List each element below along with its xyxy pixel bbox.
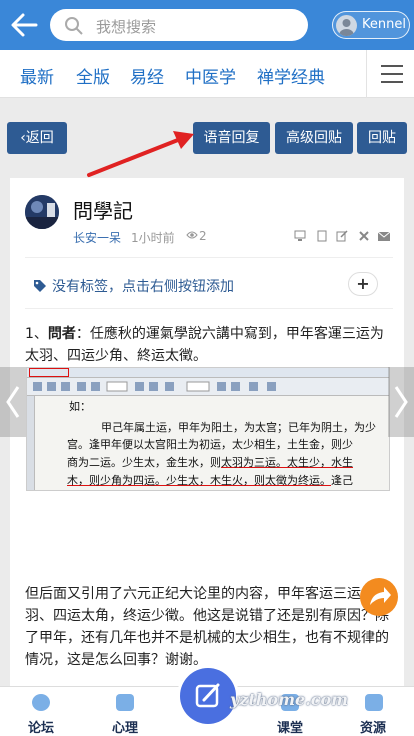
back-arrow-icon[interactable] (8, 10, 42, 40)
tab-zen-classics[interactable]: 禅学经典 (257, 63, 325, 88)
tab-forum[interactable]: 论坛 (28, 717, 54, 736)
resources-icon (365, 694, 383, 711)
category-nav: 最新 全版 易经 中医学 禅学经典 (0, 50, 414, 98)
doc-line: 宫。逢甲年便以太宫阳土为初运，太少相生，土生金，则少 (67, 438, 353, 451)
close-icon[interactable] (358, 230, 370, 242)
annotation-arrow (87, 131, 194, 177)
doc-text: 逢己 (331, 474, 353, 487)
tab-yijing[interactable]: 易经 (130, 63, 164, 88)
voice-reply-button[interactable]: 语音回复 (193, 122, 270, 154)
search-icon (64, 16, 84, 40)
tab-psychology[interactable]: 心理 (112, 717, 138, 736)
advanced-reply-button[interactable]: 高级回贴 (275, 122, 353, 154)
watermark: yzthome.com (230, 690, 349, 709)
back-button[interactable]: ‹返回 (7, 122, 67, 154)
question-label: 問者 (47, 326, 76, 342)
doc-underlined-text: 太羽为三运。太生少，水生 (221, 456, 353, 469)
embedded-screenshot[interactable]: 如： 甲己年属土运，甲年为阳土，为太宫；已年为阴土，为少 宫。逢甲年便以太宫阳土… (26, 367, 390, 491)
search-placeholder: 我想搜索 (96, 18, 157, 36)
tab-tcm[interactable]: 中医学 (185, 63, 236, 88)
search-input[interactable]: 我想搜索 (50, 9, 308, 41)
tag-icon (33, 278, 47, 297)
doc-underlined-text: 木，则少角为四运。少生太，木生火，则太徵为终运。 (67, 474, 331, 487)
next-image-arrow-icon[interactable] (388, 367, 414, 437)
pdf-sidebar (27, 396, 35, 490)
author-name[interactable]: 长安一呆 (73, 229, 121, 246)
add-tag-button[interactable]: + (348, 272, 378, 296)
view-count: 2 (199, 229, 207, 243)
pdf-toolbar (27, 378, 389, 396)
psychology-icon (116, 694, 134, 711)
doc-line: 如： (69, 400, 91, 413)
menu-icon[interactable] (366, 50, 414, 98)
pencil-icon (195, 683, 220, 708)
mail-icon[interactable] (377, 230, 391, 242)
eye-icon (186, 229, 198, 244)
compose-button[interactable] (180, 668, 236, 724)
body-paragraph: 但后面又引用了六元正纪大论里的内容，甲年客运三运太羽、四运太角，终运少徵。他这是… (25, 586, 389, 668)
tab-all[interactable]: 全版 (76, 63, 110, 88)
post-title: 問學記 (73, 199, 133, 223)
edit-icon[interactable] (336, 230, 348, 242)
tag-hint: 没有标签，点击右侧按钮添加 (52, 279, 234, 295)
top-bar: 我想搜索 Kennel (0, 0, 414, 50)
pdf-menubar (27, 368, 389, 378)
divider (25, 308, 393, 309)
highlight-box (29, 368, 69, 377)
desktop-icon[interactable] (294, 230, 306, 242)
question-number: 1、 (25, 326, 48, 342)
divider (25, 257, 393, 258)
doc-line: 木，则少角为四运。少生太，木生火，则太徵为终运。逢己 (67, 472, 353, 489)
user-menu[interactable]: Kennel (332, 11, 410, 39)
question-paragraph: 1、問者：任應秋的運氣學說六講中寫到，甲年客運三运为太羽、四运少角、終运太徵。 (25, 323, 391, 367)
back-label: 返回 (25, 130, 54, 146)
avatar (336, 15, 357, 36)
doc-line: 商为二运。少生太，金生水，则太羽为三运。太生少，水生 (67, 454, 353, 471)
share-icon[interactable] (360, 578, 398, 616)
reply-button[interactable]: 回贴 (357, 122, 407, 154)
tablet-icon[interactable] (316, 230, 328, 242)
post-tools (294, 229, 392, 243)
prev-image-arrow-icon[interactable] (0, 367, 26, 437)
question-text: ：任應秋的運氣學說六講中寫到，甲年客運三运为太羽、四运少角、終运太徵。 (25, 326, 384, 364)
username: Kennel (362, 17, 406, 32)
author-avatar[interactable] (25, 195, 59, 229)
tab-classroom[interactable]: 课堂 (277, 717, 303, 736)
tab-latest[interactable]: 最新 (20, 63, 54, 88)
doc-line: 甲己年属土运，甲年为阳土，为太宫；已年为阴土，为少 (101, 421, 376, 434)
tab-resources[interactable]: 资源 (360, 717, 386, 736)
forum-icon (32, 694, 50, 711)
doc-text: 商为二运。少生太，金生水，则 (67, 456, 221, 469)
post-time: 1小时前 (131, 231, 175, 245)
